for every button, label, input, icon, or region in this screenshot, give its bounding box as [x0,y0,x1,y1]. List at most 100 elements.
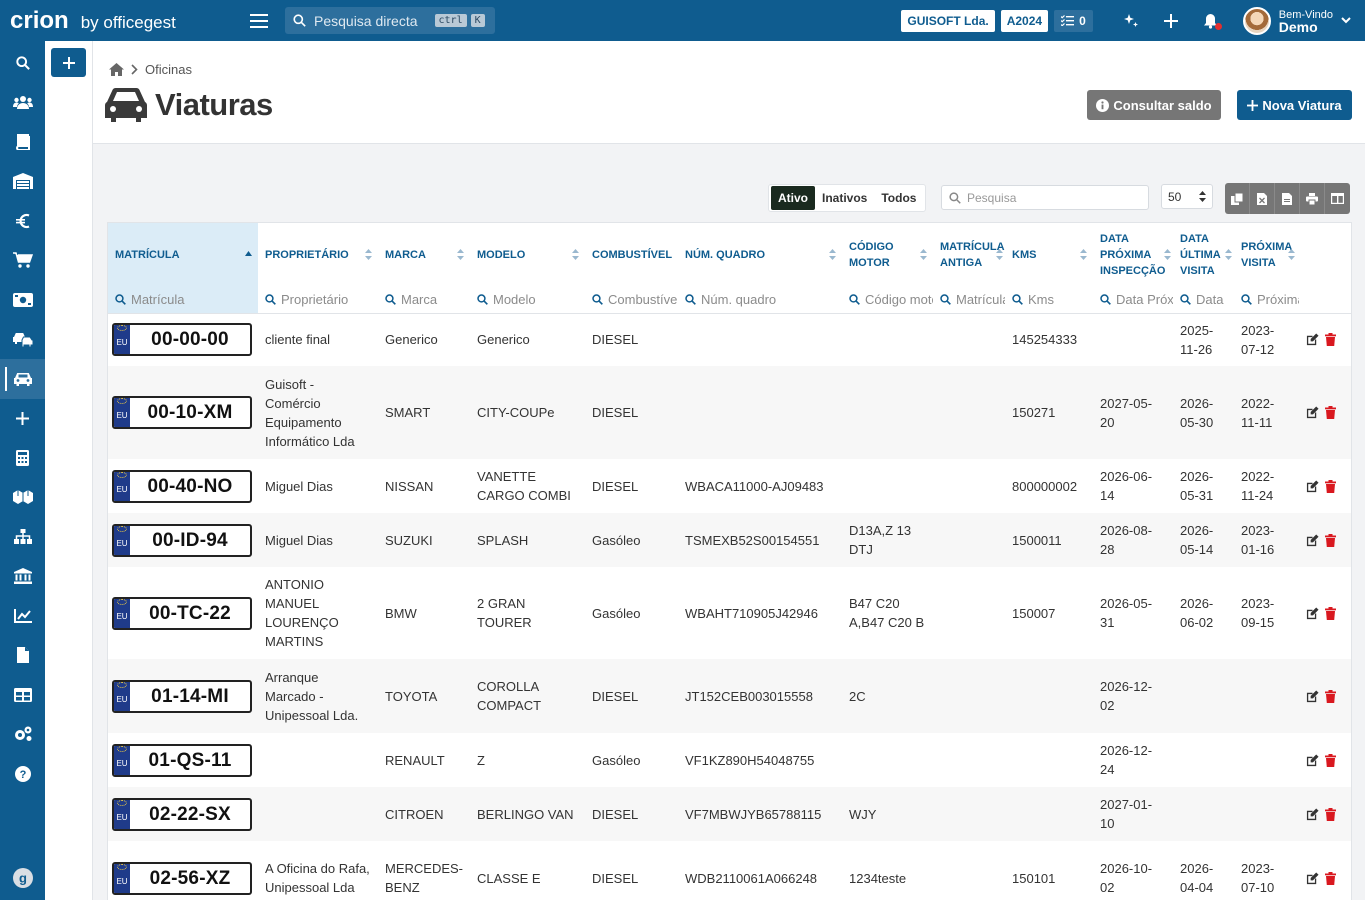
sidebar-item-tables[interactable] [0,675,45,715]
sidebar-item-settings[interactable] [0,715,45,755]
filter-matricula-antiga-input[interactable]: Matrícula [933,287,1005,314]
brand-logo[interactable]: crion by officegest [0,7,230,35]
sidebar-item-finance[interactable] [0,201,45,241]
copy-button[interactable] [1225,183,1250,214]
home-icon[interactable] [109,63,124,76]
trash-icon[interactable] [1325,606,1336,620]
filter-modelo-input[interactable]: Modelo [470,287,585,314]
license-plate[interactable]: EU 01-QS-11 [112,743,252,777]
sidebar-item-stock[interactable] [0,478,45,518]
company-badge[interactable]: GUISOFT Lda. [901,9,995,32]
col-header-proprietario[interactable]: PROPRIETÁRIO [258,223,378,287]
edit-icon[interactable] [1306,689,1319,703]
filter-data-ultima-visita-input[interactable]: Data [1173,287,1234,314]
sidebar-item-cash[interactable] [0,280,45,320]
trash-icon[interactable] [1325,333,1336,347]
trash-icon[interactable] [1325,753,1336,767]
col-header-combustivel[interactable]: COMBUSTÍVEL [585,223,678,287]
sidebar-item-reports[interactable] [0,596,45,636]
table-row[interactable]: EU 00-00-00 cliente final Generico Generi… [108,313,1351,366]
edit-icon[interactable] [1306,753,1319,767]
col-header-matricula[interactable]: MATRÍCULA [108,223,258,287]
sidebar-item-files[interactable] [0,636,45,676]
trash-icon[interactable] [1325,807,1336,821]
edit-icon[interactable] [1306,479,1319,493]
sidebar-item-add[interactable] [0,399,45,439]
table-row[interactable]: EU 00-TC-22 ANTONIO MANUEL LOURENÇO MARTI… [108,567,1351,659]
sidebar-item-warehouse[interactable] [0,162,45,202]
print-button[interactable] [1300,183,1325,214]
page-size-select[interactable]: 50 [1161,184,1213,209]
col-header-data-proxima-inspeccao[interactable]: DATA PRÓXIMA INSPECÇÃO [1093,223,1173,287]
filter-matricula-input[interactable]: Matrícula [108,287,258,314]
trash-icon[interactable] [1325,689,1336,703]
sidebar-item-bank[interactable] [0,557,45,597]
filter-num-quadro-input[interactable]: Núm. quadro [678,287,842,314]
col-header-data-ultima-visita[interactable]: DATA ÚLTIMA VISITA [1173,223,1234,287]
table-row[interactable]: EU 01-QS-11 RENAULT Z Gasóleo VF1KZ890H54… [108,733,1351,787]
table-row[interactable]: EU 00-10-XM Guisoft - Comércio Equipament… [108,366,1351,459]
license-plate[interactable]: EU 02-22-SX [112,797,252,831]
sidebar-item-vehicles[interactable] [0,359,45,399]
filter-inativos[interactable]: Inativos [815,186,874,210]
filter-combustivel-input[interactable]: Combustível [585,287,678,314]
edit-icon[interactable] [1306,406,1319,419]
sidebar-item-users[interactable] [0,83,45,123]
col-header-codigo-motor[interactable]: CÓDIGO MOTOR [842,223,933,287]
table-row[interactable]: EU 00-40-NO Miguel Dias NISSAN VANETTE CA… [108,459,1351,513]
edit-icon[interactable] [1306,606,1319,620]
sidebar-item-fleet[interactable] [0,320,45,360]
trash-icon[interactable] [1325,479,1336,493]
filter-todos[interactable]: Todos [874,186,923,210]
license-plate[interactable]: EU 00-ID-94 [112,523,252,557]
trash-icon[interactable] [1325,406,1336,419]
filter-proxima-visita-input[interactable]: Próxima [1234,287,1299,314]
trash-icon[interactable] [1325,871,1336,885]
col-header-num-quadro[interactable]: NÚM. QUADRO [678,223,842,287]
filter-ativo[interactable]: Ativo [771,186,815,210]
table-search-input[interactable]: Pesquisa [941,185,1149,210]
breadcrumb-oficinas[interactable]: Oficinas [145,62,192,77]
license-plate[interactable]: EU 01-14-MI [112,679,252,713]
license-plate[interactable]: EU 00-TC-22 [112,596,252,630]
bell-icon[interactable] [1202,12,1222,30]
filter-codigo-motor-input[interactable]: Código motor [842,287,933,314]
filter-kms-input[interactable]: Kms [1005,287,1093,314]
table-row[interactable]: EU 01-14-MI Arranque Marcado - Unipessoal… [108,659,1351,733]
year-badge[interactable]: A2024 [1000,9,1049,32]
sidebar-item-documents[interactable] [0,122,45,162]
col-header-proxima-visita[interactable]: PRÓXIMA VISITA [1234,223,1299,287]
edit-icon[interactable] [1306,807,1319,821]
table-row[interactable]: EU 02-22-SX CITROEN BERLINGO VAN DIESEL V… [108,787,1351,841]
nova-viatura-button[interactable]: Nova Viatura [1237,90,1352,120]
menu-toggle-icon[interactable] [250,14,268,28]
col-header-modelo[interactable]: MODELO [470,223,585,287]
filter-data-proxima-inspeccao-input[interactable]: Data Próxima [1093,287,1173,314]
csv-button[interactable] [1275,183,1300,214]
sidebar-item-search[interactable] [0,43,45,83]
col-header-kms[interactable]: KMS [1005,223,1093,287]
license-plate[interactable]: EU 02-56-XZ [112,861,252,895]
license-plate[interactable]: EU 00-10-XM [112,396,252,429]
sparkles-icon[interactable] [1122,12,1140,30]
consultar-saldo-button[interactable]: Consultar saldo [1087,90,1221,120]
quick-add-button[interactable] [51,48,86,77]
col-header-marca[interactable]: MARCA [378,223,470,287]
license-plate[interactable]: EU 00-40-NO [112,469,252,503]
sidebar-item-structure[interactable] [0,517,45,557]
filter-proprietario-input[interactable]: Proprietário [258,287,378,314]
license-plate[interactable]: EU 00-00-00 [112,323,252,357]
edit-icon[interactable] [1306,533,1319,547]
excel-button[interactable] [1250,183,1275,214]
trash-icon[interactable] [1325,533,1336,547]
plus-icon[interactable] [1162,12,1180,30]
filter-marca-input[interactable]: Marca [378,287,470,314]
user-menu[interactable]: Bem-Vindo Demo [1242,6,1351,35]
global-search-input[interactable]: Pesquisa directa ctrl K [285,7,495,34]
columns-button[interactable] [1325,183,1350,214]
sidebar-item-help[interactable]: ? [0,754,45,794]
tasks-badge[interactable]: 0 [1054,9,1093,32]
edit-icon[interactable] [1306,871,1319,885]
sidebar-item-calculator[interactable] [0,438,45,478]
officegest-logo-icon[interactable]: g [12,868,33,888]
